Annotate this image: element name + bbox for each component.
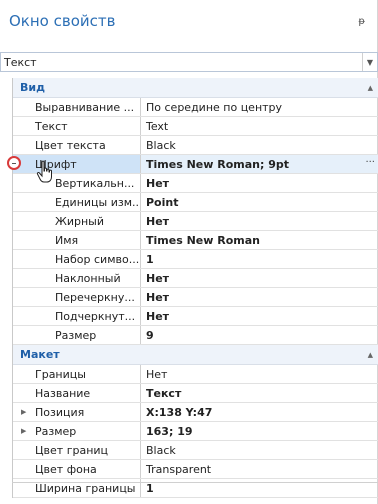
- category-layout[interactable]: Макет ▲: [13, 345, 378, 365]
- property-name: Название: [13, 384, 141, 402]
- property-value[interactable]: Нет: [141, 365, 378, 383]
- window-title: Окно свойств: [9, 12, 116, 30]
- pin-icon[interactable]: ᵽ: [358, 16, 365, 27]
- property-row[interactable]: Подчеркнут... Нет: [13, 307, 378, 326]
- property-value[interactable]: 9: [141, 326, 378, 344]
- property-value[interactable]: Black: [141, 136, 378, 154]
- property-value[interactable]: Point: [141, 193, 378, 211]
- property-name: Вертикальн...: [13, 174, 141, 192]
- property-name: Текст: [13, 117, 141, 135]
- category-label: Макет: [20, 348, 60, 361]
- category-view[interactable]: Вид ▲: [13, 78, 378, 98]
- property-row[interactable]: Жирный Нет: [13, 212, 378, 231]
- property-name: Цвет текста: [13, 136, 141, 154]
- property-name: Перечеркну...: [13, 288, 141, 306]
- property-value[interactable]: Нет: [141, 307, 378, 325]
- collapse-arrow-icon[interactable]: ▲: [368, 351, 373, 359]
- property-row[interactable]: Границы Нет: [13, 365, 378, 384]
- property-row[interactable]: Название Текст: [13, 384, 378, 403]
- property-row[interactable]: Шрифт Times New Roman; 9pt ···: [7, 155, 378, 174]
- property-row[interactable]: Позиция X:138 Y:47 ▶: [13, 403, 378, 422]
- property-value[interactable]: По середине по центру: [141, 98, 378, 116]
- property-value[interactable]: Нет: [141, 174, 378, 192]
- property-name: Границы: [13, 365, 141, 383]
- property-row[interactable]: Набор симво... 1: [13, 250, 378, 269]
- property-row[interactable]: Текст Text: [13, 117, 378, 136]
- property-value[interactable]: X:138 Y:47: [141, 403, 378, 421]
- expand-arrow-icon[interactable]: ▶: [21, 427, 26, 435]
- property-value[interactable]: 1: [141, 250, 378, 268]
- collapse-arrow-icon[interactable]: ▲: [368, 84, 373, 92]
- window-titlebar: Окно свойств ᵽ: [0, 0, 377, 42]
- property-row[interactable]: Единицы изм... Point: [13, 193, 378, 212]
- property-name: Набор симво...: [13, 250, 141, 268]
- property-row[interactable]: Наклонный Нет: [13, 269, 378, 288]
- property-row[interactable]: Перечеркну... Нет: [13, 288, 378, 307]
- property-row[interactable]: Цвет текста Black: [13, 136, 378, 155]
- property-name: Шрифт: [13, 155, 141, 173]
- property-row[interactable]: Цвет фона Transparent: [13, 460, 378, 479]
- object-selector-dropdown[interactable]: Текст ▼: [0, 52, 378, 72]
- property-value[interactable]: Нет: [141, 212, 378, 230]
- property-row[interactable]: Имя Times New Roman: [13, 231, 378, 250]
- property-name: Цвет границ: [13, 441, 141, 459]
- property-name: Размер: [13, 422, 141, 440]
- category-label: Вид: [20, 81, 45, 94]
- chevron-down-icon[interactable]: ▼: [362, 53, 377, 71]
- property-row[interactable]: Выравнивание ... По середине по центру: [13, 98, 378, 117]
- property-name: Размер: [13, 326, 141, 344]
- collapse-circle-icon[interactable]: [7, 156, 21, 170]
- property-row[interactable]: Вертикальн... Нет: [13, 174, 378, 193]
- property-row[interactable]: Размер 163; 19 ▶: [13, 422, 378, 441]
- property-value[interactable]: Times New Roman: [141, 231, 378, 249]
- property-row[interactable]: Цвет границ Black: [13, 441, 378, 460]
- property-name: Наклонный: [13, 269, 141, 287]
- property-value[interactable]: Нет: [141, 288, 378, 306]
- ellipsis-button[interactable]: ···: [365, 157, 375, 168]
- property-name: Имя: [13, 231, 141, 249]
- property-name: Единицы изм...: [13, 193, 141, 211]
- properties-window: Окно свойств ᵽ Текст ▼ Вид ▲ Выравнивание …: [0, 0, 378, 504]
- property-value[interactable]: Текст: [141, 384, 378, 402]
- grid-bottom-border: [12, 482, 378, 483]
- expand-arrow-icon[interactable]: ▶: [21, 408, 26, 416]
- property-name: Позиция: [13, 403, 141, 421]
- property-name: Цвет фона: [13, 460, 141, 478]
- property-name: Подчеркнут...: [13, 307, 141, 325]
- property-grid: Вид ▲ Выравнивание ... По середине по центр…: [7, 78, 378, 498]
- property-value[interactable]: Text: [141, 117, 378, 135]
- object-selector-value: Текст: [4, 55, 37, 69]
- property-value[interactable]: Нет: [141, 269, 378, 287]
- property-name: Выравнивание ...: [13, 98, 141, 116]
- property-value[interactable]: Times New Roman; 9pt: [141, 155, 378, 173]
- hand-cursor-icon: [36, 160, 52, 183]
- property-value[interactable]: Black: [141, 441, 378, 459]
- property-name: Жирный: [13, 212, 141, 230]
- property-row[interactable]: Размер 9: [13, 326, 378, 345]
- property-value[interactable]: 163; 19: [141, 422, 378, 440]
- property-value[interactable]: Transparent: [141, 460, 378, 478]
